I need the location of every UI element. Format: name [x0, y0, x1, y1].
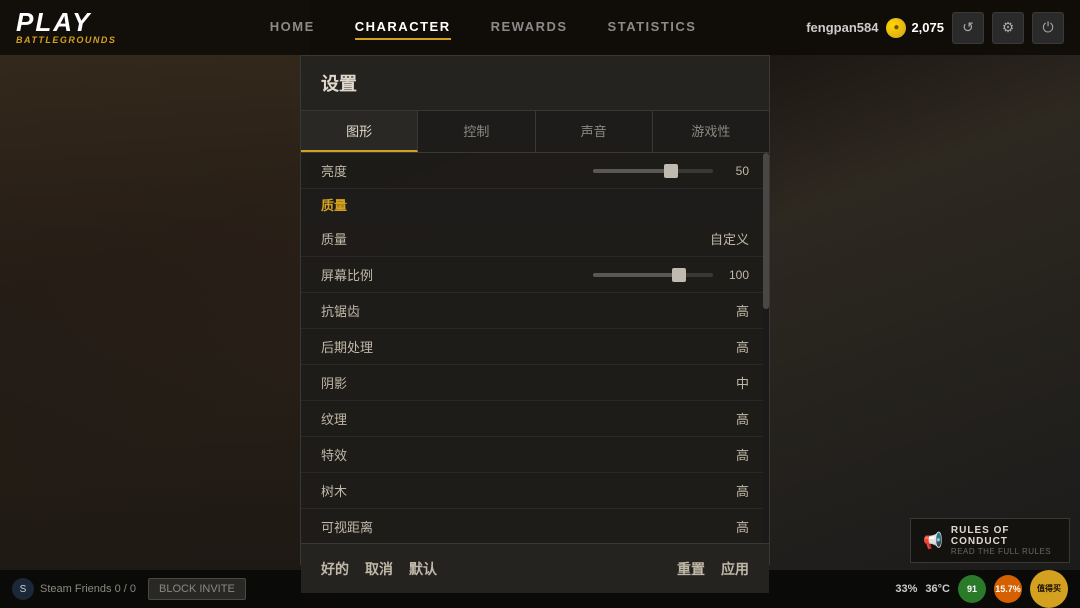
textures-value: 高 [689, 409, 749, 428]
scrollbar-thumb[interactable] [763, 153, 769, 309]
brightness-label: 亮度 [321, 161, 535, 180]
currency-display: ● 2,075 [886, 18, 944, 38]
foliage-value: 高 [689, 481, 749, 500]
quality-value: 自定义 [689, 229, 749, 248]
resolution-row: 屏幕比例 100 [301, 257, 769, 293]
quality-row: 质量 自定义 [301, 221, 769, 257]
shadows-row: 阴影 中 [301, 365, 769, 401]
postprocess-value: 高 [689, 337, 749, 356]
nav-rewards[interactable]: REWARDS [491, 15, 568, 40]
antialiasing-label: 抗锯齿 [321, 301, 689, 320]
settings-footer: 好的 取消 默认 重置 应用 [301, 543, 769, 593]
antialiasing-row: 抗锯齿 高 [301, 293, 769, 329]
tab-gameplay[interactable]: 游戏性 [653, 111, 769, 152]
footer-left-buttons: 好的 取消 默认 [321, 559, 437, 579]
nav-links: HOME CHARACTER REWARDS STATISTICS [160, 15, 806, 40]
apply-button[interactable]: 应用 [721, 559, 749, 579]
viewdist-label: 可视距离 [321, 517, 689, 536]
brightness-slider-thumb[interactable] [664, 164, 678, 178]
currency-amount: 2,075 [911, 20, 944, 35]
steam-user: S Steam Friends 0 / 0 [12, 578, 136, 600]
watermark-badge: 值得买 [1030, 570, 1068, 608]
tab-audio[interactable]: 声音 [536, 111, 653, 152]
rules-text-block: RULES OF CONDUCT READ THE FULL RULES [951, 525, 1057, 556]
brightness-slider-track[interactable] [593, 169, 713, 173]
reset-button[interactable]: 重置 [677, 559, 705, 579]
nav-statistics[interactable]: STATISTICS [608, 15, 697, 40]
cpu-stat: 33% [895, 583, 917, 595]
brightness-row: 亮度 50 [301, 153, 769, 189]
textures-row: 纹理 高 [301, 401, 769, 437]
cpu-value: 33% [895, 583, 917, 595]
settings-modal: 设置 图形 控制 声音 游戏性 亮度 50 [300, 55, 770, 565]
temp-stat: 36°C [925, 583, 950, 595]
rules-subtitle: READ THE FULL RULES [951, 547, 1057, 556]
ping-orange-value: 15.7% [995, 584, 1021, 594]
resolution-value: 100 [721, 268, 749, 282]
resolution-slider-thumb[interactable] [672, 268, 686, 282]
quality-section-header: 质量 [301, 189, 769, 221]
brightness-value: 50 [721, 164, 749, 178]
settings-tabs: 图形 控制 声音 游戏性 [301, 111, 769, 153]
shadows-value: 中 [689, 373, 749, 392]
rules-banner[interactable]: 📢 RULES OF CONDUCT READ THE FULL RULES [910, 518, 1070, 563]
postprocess-label: 后期处理 [321, 337, 689, 356]
tab-controls[interactable]: 控制 [418, 111, 535, 152]
settings-button[interactable]: ⚙ [992, 12, 1024, 44]
settings-content: 亮度 50 质量 质量 自定义 屏幕比例 [301, 153, 769, 543]
coin-icon: ● [886, 18, 906, 38]
nav-character[interactable]: CHARACTER [355, 15, 451, 40]
bottom-right-stats: 33% 36°C 91 15.7% 值得买 [895, 570, 1068, 608]
logo-area: PLAY BATTLEGROUNDS [0, 9, 160, 46]
viewdist-row: 可视距离 高 [301, 509, 769, 543]
cancel-button[interactable]: 取消 [365, 559, 393, 579]
footer-right-buttons: 重置 应用 [677, 559, 749, 579]
ok-button[interactable]: 好的 [321, 559, 349, 579]
brightness-slider-fill [593, 169, 671, 173]
foliage-label: 树木 [321, 481, 689, 500]
settings-title: 设置 [321, 74, 357, 94]
nav-home[interactable]: HOME [270, 15, 315, 40]
quality-label: 质量 [321, 229, 689, 248]
top-navigation: PLAY BATTLEGROUNDS HOME CHARACTER REWARD… [0, 0, 1080, 55]
ping-orange-badge: 15.7% [994, 575, 1022, 603]
quality-section-label: 质量 [321, 198, 347, 213]
logo-play: PLAY [16, 9, 160, 35]
logo-sub: BATTLEGROUNDS [16, 35, 160, 46]
settings-scrollbar[interactable] [763, 153, 769, 543]
gear-icon: ⚙ [1002, 19, 1015, 36]
block-invite-button[interactable]: BLOCK INVITE [148, 578, 246, 600]
refresh-button[interactable]: ↺ [952, 12, 984, 44]
textures-label: 纹理 [321, 409, 689, 428]
ping-green-value: 91 [967, 584, 977, 594]
nav-right: fengpan584 ● 2,075 ↺ ⚙ ⏻ [806, 12, 1080, 44]
username: fengpan584 [806, 20, 878, 35]
resolution-label: 屏幕比例 [321, 265, 535, 284]
resolution-slider-track[interactable] [593, 273, 713, 277]
ping-green-badge: 91 [958, 575, 986, 603]
antialiasing-value: 高 [689, 301, 749, 320]
steam-icon: S [12, 578, 34, 600]
user-info: fengpan584 ● 2,075 [806, 18, 944, 38]
power-button[interactable]: ⏻ [1032, 12, 1064, 44]
effects-row: 特效 高 [301, 437, 769, 473]
resolution-slider-fill [593, 273, 679, 277]
shadows-label: 阴影 [321, 373, 689, 392]
foliage-row: 树木 高 [301, 473, 769, 509]
settings-header: 设置 [301, 56, 769, 111]
rules-title: RULES OF CONDUCT [951, 525, 1057, 547]
tab-graphics[interactable]: 图形 [301, 111, 418, 152]
effects-label: 特效 [321, 445, 689, 464]
effects-value: 高 [689, 445, 749, 464]
default-button[interactable]: 默认 [409, 559, 437, 579]
brightness-slider-container[interactable]: 50 [535, 164, 749, 178]
refresh-icon: ↺ [962, 19, 974, 36]
temp-value: 36°C [925, 583, 950, 595]
megaphone-icon: 📢 [923, 531, 943, 551]
power-icon: ⏻ [1042, 19, 1053, 36]
viewdist-value: 高 [689, 517, 749, 536]
resolution-slider-container[interactable]: 100 [535, 268, 749, 282]
postprocess-row: 后期处理 高 [301, 329, 769, 365]
steam-friends-text: Steam Friends 0 / 0 [40, 583, 136, 595]
